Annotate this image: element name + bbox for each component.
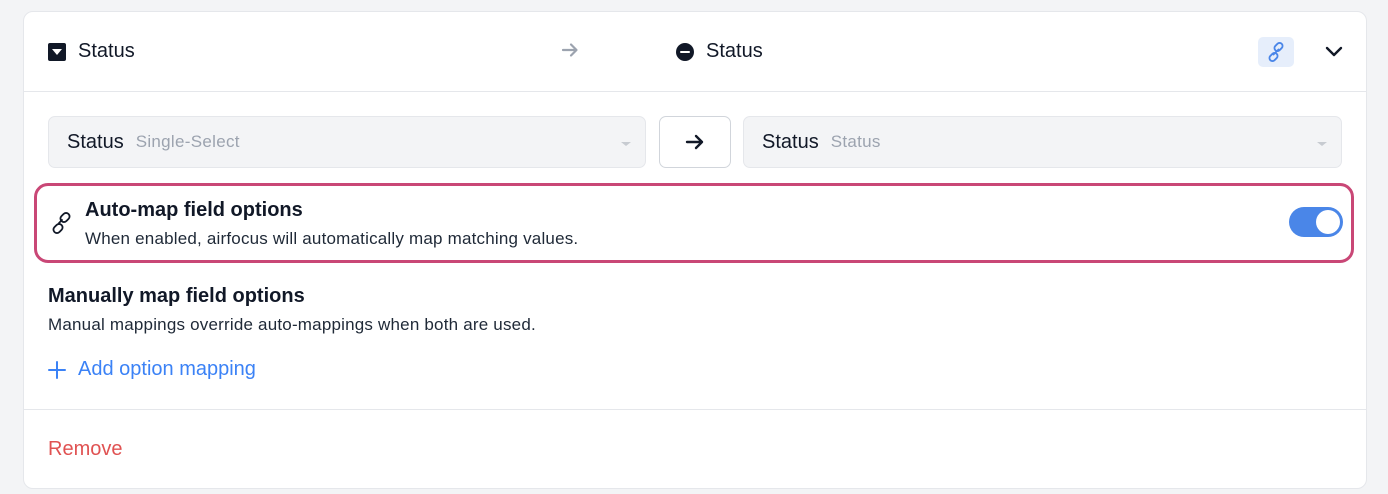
arrow-right-icon bbox=[561, 43, 578, 57]
source-field-select[interactable]: Status Single-Select bbox=[48, 116, 646, 168]
target-field-select[interactable]: Status Status bbox=[743, 116, 1342, 168]
chevron-down-icon bbox=[1325, 46, 1343, 57]
status-icon bbox=[676, 42, 694, 61]
field-mapping-card: Status Status Status Single-Select Statu… bbox=[23, 11, 1367, 489]
single-select-icon bbox=[48, 42, 66, 61]
caret-down-icon bbox=[1317, 142, 1327, 146]
target-field-title: Status bbox=[706, 40, 763, 62]
mapping-header[interactable]: Status Status bbox=[24, 12, 1366, 92]
mapping-direction-button[interactable] bbox=[659, 116, 731, 168]
toggle-knob bbox=[1316, 210, 1340, 234]
add-option-mapping-label: Add option mapping bbox=[78, 358, 256, 380]
auto-map-toggle[interactable] bbox=[1289, 207, 1343, 237]
remove-button[interactable]: Remove bbox=[48, 438, 122, 461]
caret-down-icon bbox=[621, 142, 631, 146]
source-field-name: Status bbox=[67, 130, 124, 153]
source-field-header: Status bbox=[48, 40, 135, 63]
source-field-type: Single-Select bbox=[135, 132, 240, 151]
card-footer: Remove bbox=[24, 409, 1366, 488]
auto-map-title: Auto-map field options bbox=[85, 199, 303, 221]
arrow-right-icon bbox=[685, 134, 704, 150]
link-button[interactable] bbox=[1258, 37, 1294, 67]
auto-map-description: When enabled, airfocus will automaticall… bbox=[85, 229, 579, 248]
collapse-button[interactable] bbox=[1322, 37, 1346, 67]
manual-map-title: Manually map field options bbox=[48, 285, 305, 307]
broken-link-icon bbox=[52, 212, 71, 234]
plus-icon bbox=[48, 360, 66, 379]
manual-map-description: Manual mappings override auto-mappings w… bbox=[48, 315, 536, 334]
target-field-type: Status bbox=[830, 132, 881, 151]
target-field-header: Status bbox=[676, 40, 763, 63]
link-icon bbox=[1268, 42, 1284, 62]
add-option-mapping-button[interactable]: Add option mapping bbox=[48, 358, 256, 381]
auto-map-section: Auto-map field options When enabled, air… bbox=[34, 183, 1354, 263]
target-field-name: Status bbox=[762, 130, 819, 153]
source-field-title: Status bbox=[78, 40, 135, 62]
